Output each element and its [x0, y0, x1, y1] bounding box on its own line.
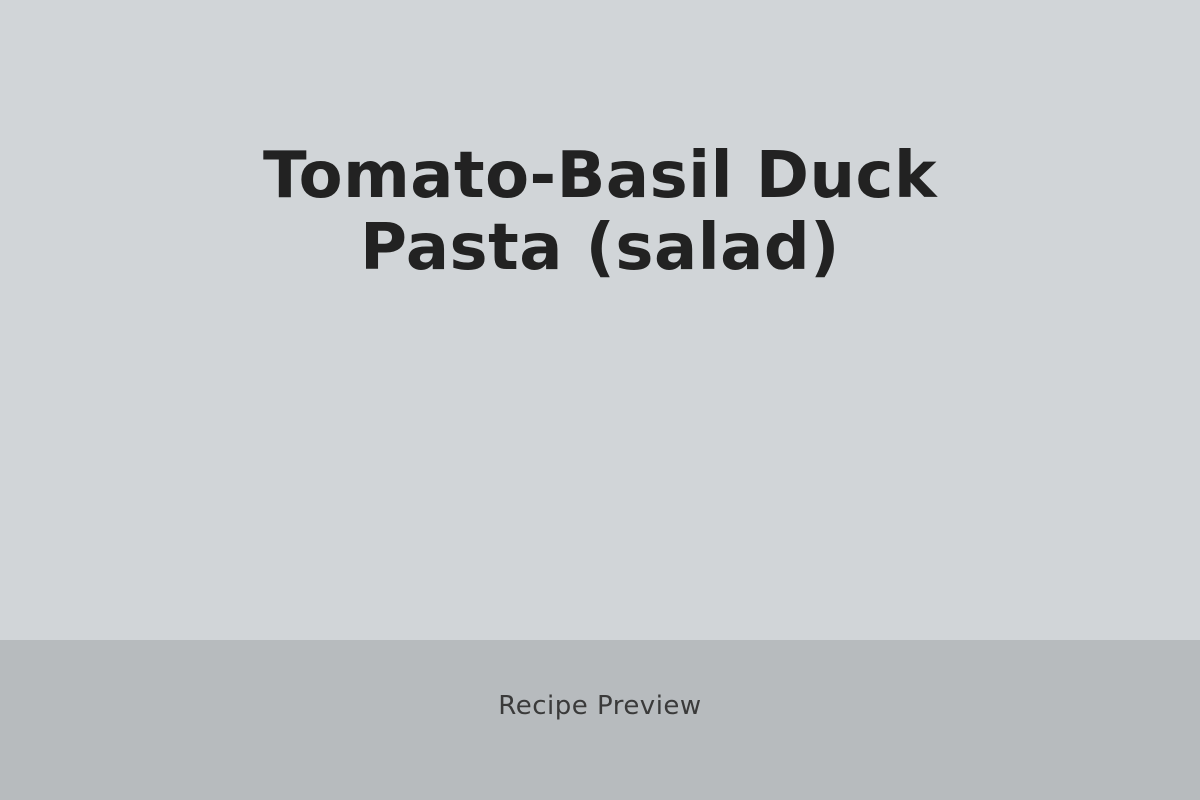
recipe-hero-area: [0, 0, 1200, 640]
recipe-preview-page: Tomato-Basil Duck Pasta (salad) Recipe P…: [0, 0, 1200, 800]
recipe-title-line-1: Tomato-Basil Duck: [262, 139, 938, 213]
recipe-preview-label: Recipe Preview: [498, 691, 702, 721]
recipe-title: Tomato-Basil Duck Pasta (salad): [150, 140, 1050, 284]
recipe-title-line-2: Pasta (salad): [360, 211, 840, 285]
